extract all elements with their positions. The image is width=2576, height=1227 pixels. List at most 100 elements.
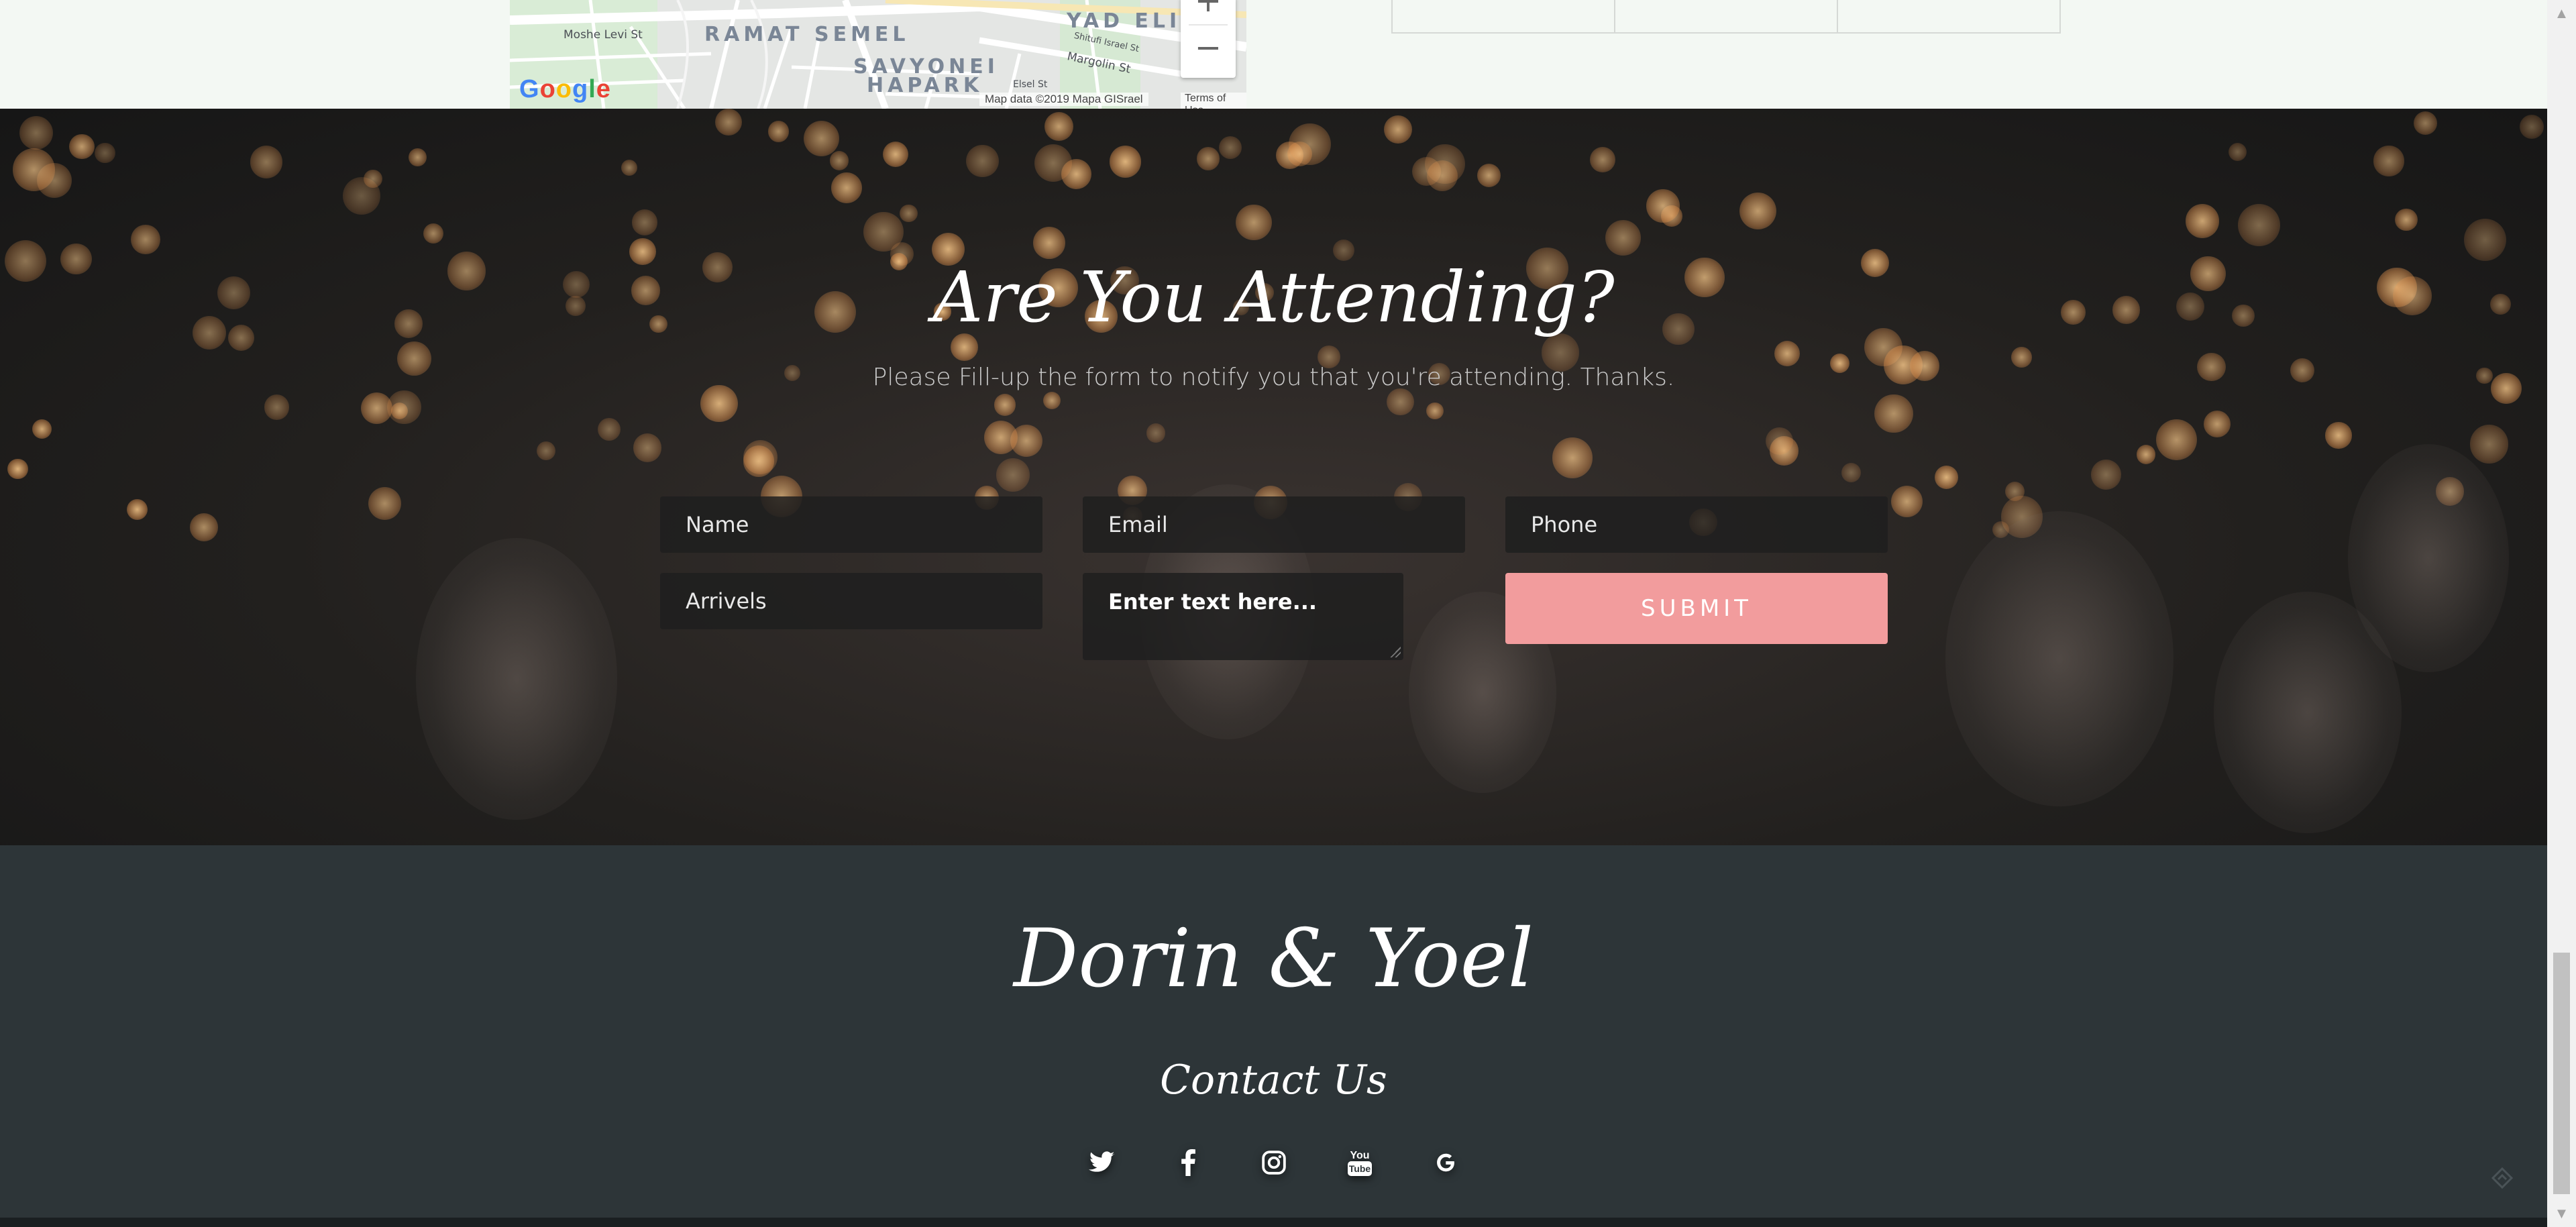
couple-names: Dorin & Yoel <box>1013 912 1534 1006</box>
bokeh-light <box>2185 204 2220 238</box>
bokeh-light <box>537 441 556 460</box>
bokeh-light <box>863 211 904 252</box>
bokeh-light <box>2238 203 2281 246</box>
instagram-icon[interactable] <box>1252 1140 1296 1185</box>
table-cell <box>1615 0 1838 32</box>
message-textarea[interactable]: Enter text here... <box>1083 573 1403 660</box>
zoom-in-button[interactable]: + <box>1181 0 1236 20</box>
bokeh-light <box>1384 115 1413 144</box>
bokeh-light <box>1427 160 1458 192</box>
name-input[interactable]: Name <box>660 496 1042 553</box>
bokeh-light <box>1774 341 1801 367</box>
zoom-out-button[interactable]: − <box>1181 28 1236 67</box>
bokeh-light <box>364 170 382 189</box>
resize-handle[interactable] <box>1390 647 1401 657</box>
social-links: You Tube <box>0 1140 2547 1185</box>
bokeh-light <box>423 223 443 244</box>
table-cell <box>1838 0 2059 32</box>
schedule-table <box>1391 0 2061 34</box>
twitter-icon[interactable] <box>1080 1140 1124 1185</box>
bokeh-light <box>1387 388 1414 416</box>
bokeh-light <box>1426 402 1444 419</box>
bokeh-light <box>1766 427 1794 455</box>
zoom-divider <box>1189 24 1228 25</box>
bokeh-light <box>631 209 658 235</box>
arrivals-input[interactable]: Arrivels <box>660 573 1042 629</box>
bokeh-light <box>966 144 999 178</box>
bokeh-light <box>994 394 1016 416</box>
bokeh-light <box>1042 392 1061 410</box>
map-terms-link[interactable]: Terms of Use <box>1181 93 1246 109</box>
bokeh-light <box>1552 437 1593 478</box>
bokeh-light <box>900 204 918 223</box>
location-map[interactable]: RAMAT SEMEL YAD ELIY SAVYONEI HAPARK Mos… <box>510 0 1246 109</box>
bokeh-light <box>1219 136 1242 160</box>
facebook-icon[interactable] <box>1166 1140 1210 1185</box>
bokeh-light <box>743 445 775 477</box>
bokeh-light <box>13 148 56 191</box>
map-label-elsel: Elsel St <box>1013 79 1048 90</box>
bokeh-light <box>633 433 662 462</box>
bokeh-light <box>803 120 839 156</box>
bokeh-light <box>1646 189 1680 223</box>
contact-heading: Contact Us <box>1160 1057 1387 1104</box>
rsvp-subheading: Please Fill-up the form to notify you th… <box>872 364 1675 391</box>
bokeh-light <box>94 142 115 164</box>
balloon-shape <box>416 538 617 820</box>
phone-input[interactable]: Phone <box>1505 496 1888 553</box>
submit-button[interactable]: SUBMIT <box>1505 573 1888 644</box>
message-placeholder: Enter text here... <box>1108 589 1318 615</box>
bokeh-light <box>32 419 52 439</box>
bokeh-light <box>2463 219 2506 262</box>
bokeh-light <box>1874 394 1913 433</box>
map-attribution: Map data ©2019 Mapa GISrael <box>979 93 1148 106</box>
scrollbar-thumb[interactable] <box>2553 953 2570 1194</box>
bokeh-light <box>1935 466 1959 489</box>
svg-text:You: You <box>1350 1150 1369 1161</box>
bokeh-light <box>1287 141 1312 166</box>
bokeh-light <box>2204 410 2231 437</box>
scroll-up-arrow-icon[interactable]: ▲ <box>2547 0 2576 27</box>
youtube-icon[interactable]: You Tube <box>1338 1140 1382 1185</box>
bokeh-light <box>882 142 908 168</box>
bokeh-light <box>1110 146 1142 178</box>
bokeh-light <box>597 417 621 441</box>
bokeh-light <box>1146 423 1166 443</box>
map-zoom-control: + − <box>1181 0 1236 78</box>
balloon-shape <box>1945 511 2174 806</box>
bokeh-light <box>368 487 401 521</box>
map-label-ramat-semel: RAMAT SEMEL <box>704 23 910 46</box>
bokeh-light <box>767 121 790 142</box>
vertical-scrollbar[interactable]: ▲ ▼ <box>2547 0 2576 1227</box>
google-logo: Google <box>519 75 611 103</box>
bokeh-light <box>2156 419 2198 461</box>
bokeh-light <box>1605 220 1641 256</box>
scroll-to-top-icon[interactable] <box>2490 1166 2514 1190</box>
bokeh-light <box>2519 114 2544 139</box>
bokeh-light <box>1477 163 1501 187</box>
bokeh-light <box>2395 208 2418 231</box>
bokeh-light <box>2325 422 2352 449</box>
bokeh-light <box>1841 462 1861 482</box>
email-input[interactable]: Email <box>1083 496 1465 553</box>
bokeh-light <box>2136 445 2156 464</box>
bottom-edge <box>0 1218 2547 1227</box>
rsvp-heading: Are You Attending? <box>932 256 1615 338</box>
bokeh-light <box>2414 111 2438 135</box>
map-label-moshe-levi: Moshe Levi St <box>564 28 643 42</box>
bokeh-light <box>126 499 148 521</box>
footer: Dorin & Yoel Contact Us You Tube <box>0 845 2547 1218</box>
bokeh-light <box>715 109 743 136</box>
bokeh-light <box>2469 425 2508 464</box>
bokeh-light <box>408 148 427 166</box>
bokeh-light <box>1739 192 1777 230</box>
bokeh-light <box>264 394 290 420</box>
bokeh-light <box>1590 146 1615 172</box>
google-icon[interactable] <box>1424 1140 1468 1185</box>
bokeh-light <box>829 151 849 170</box>
map-label-hapark: HAPARK <box>867 74 983 97</box>
scroll-down-arrow-icon[interactable]: ▼ <box>2547 1200 2576 1227</box>
bokeh-light <box>621 159 638 176</box>
bokeh-light <box>996 458 1030 492</box>
table-cell <box>1393 0 1615 32</box>
